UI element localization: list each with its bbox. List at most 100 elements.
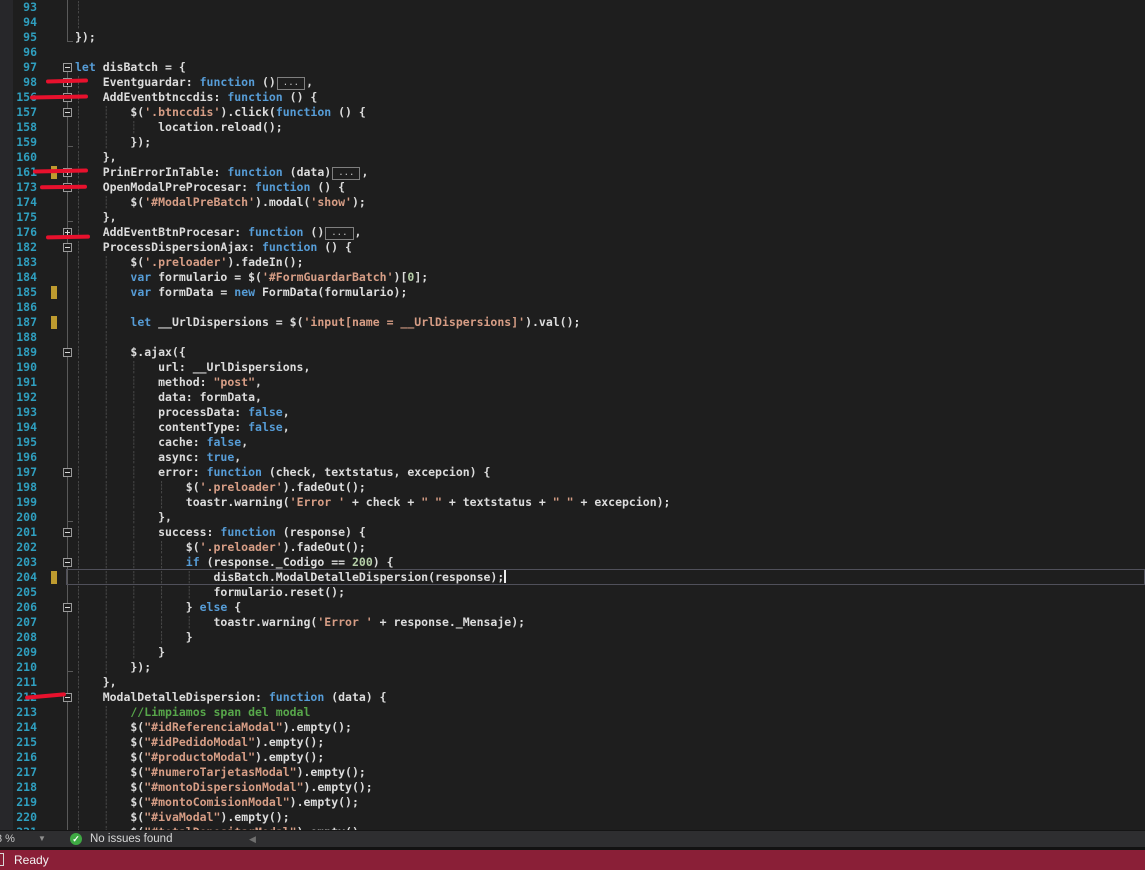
line-number[interactable]: 206 <box>0 600 37 615</box>
line-number[interactable]: 95 <box>0 30 37 45</box>
code-line[interactable]: 202┊ ┊ ┊ ┊ $('.preloader').fadeOut(); <box>0 540 1145 555</box>
line-number[interactable]: 94 <box>0 15 37 30</box>
code-line[interactable]: 215┊ ┊ $("#idPedidoModal").empty(); <box>0 735 1145 750</box>
line-number[interactable]: 218 <box>0 780 37 795</box>
code-line[interactable]: 188┊ ┊ <box>0 330 1145 345</box>
code-line[interactable]: 176┊ AddEventBtnProcesar: function ()...… <box>0 225 1145 240</box>
line-number[interactable]: 214 <box>0 720 37 735</box>
code-line[interactable]: 183┊ ┊ $('.preloader').fadeIn(); <box>0 255 1145 270</box>
line-number[interactable]: 220 <box>0 810 37 825</box>
line-number[interactable]: 203 <box>0 555 37 570</box>
code-line[interactable]: 207┊ ┊ ┊ ┊ ┊ toastr.warning('Error ' + r… <box>0 615 1145 630</box>
line-number[interactable]: 182 <box>0 240 37 255</box>
line-number[interactable]: 196 <box>0 450 37 465</box>
code-line[interactable]: 200┊ ┊ ┊ }, <box>0 510 1145 525</box>
code-line[interactable]: 173┊ OpenModalPreProcesar: function () { <box>0 180 1145 195</box>
line-number[interactable]: 185 <box>0 285 37 300</box>
line-number[interactable]: 205 <box>0 585 37 600</box>
code-line[interactable]: 191┊ ┊ ┊ method: "post", <box>0 375 1145 390</box>
line-number[interactable]: 208 <box>0 630 37 645</box>
line-number[interactable]: 213 <box>0 705 37 720</box>
collapsed-code-ellipsis[interactable]: ... <box>325 227 353 240</box>
line-number[interactable]: 193 <box>0 405 37 420</box>
code-line[interactable]: 189┊ ┊ $.ajax({ <box>0 345 1145 360</box>
line-number[interactable]: 217 <box>0 765 37 780</box>
code-line[interactable]: 96 <box>0 45 1145 60</box>
line-number[interactable]: 93 <box>0 0 37 15</box>
code-line[interactable]: 186┊ ┊ <box>0 300 1145 315</box>
line-number[interactable]: 201 <box>0 525 37 540</box>
fold-collapse-icon[interactable] <box>63 348 72 357</box>
line-number[interactable]: 158 <box>0 120 37 135</box>
code-line[interactable]: 95}); <box>0 30 1145 45</box>
code-line[interactable]: 175┊ }, <box>0 210 1145 225</box>
collapsed-code-ellipsis[interactable]: ... <box>277 77 305 90</box>
line-number[interactable]: 215 <box>0 735 37 750</box>
line-number[interactable]: 219 <box>0 795 37 810</box>
zoom-level-control[interactable]: 3 % <box>0 833 15 845</box>
code-line[interactable]: 205┊ ┊ ┊ ┊ ┊ formulario.reset(); <box>0 585 1145 600</box>
line-number[interactable]: 197 <box>0 465 37 480</box>
code-line[interactable]: 218┊ ┊ $("#montoDispersionModal").empty(… <box>0 780 1145 795</box>
line-number[interactable]: 174 <box>0 195 37 210</box>
fold-collapse-icon[interactable] <box>63 108 72 117</box>
line-number[interactable]: 97 <box>0 60 37 75</box>
line-number[interactable]: 184 <box>0 270 37 285</box>
fold-collapse-icon[interactable] <box>63 528 72 537</box>
line-number[interactable]: 216 <box>0 750 37 765</box>
code-line[interactable]: 94┊ <box>0 15 1145 30</box>
chevron-down-icon[interactable]: ▼ <box>38 834 46 843</box>
code-line[interactable]: 192┊ ┊ ┊ data: formData, <box>0 390 1145 405</box>
code-line[interactable]: 216┊ ┊ $("#productoModal").empty(); <box>0 750 1145 765</box>
issues-check-icon[interactable]: ✓ <box>70 833 82 845</box>
line-number[interactable]: 188 <box>0 330 37 345</box>
line-number[interactable]: 187 <box>0 315 37 330</box>
line-number[interactable]: 96 <box>0 45 37 60</box>
fold-collapse-icon[interactable] <box>63 603 72 612</box>
line-number[interactable]: 98 <box>0 75 37 90</box>
line-number[interactable]: 210 <box>0 660 37 675</box>
code-line[interactable]: 182┊ ProcessDispersionAjax: function () … <box>0 240 1145 255</box>
code-line[interactable]: 187┊ ┊ let __UrlDispersions = $('input[n… <box>0 315 1145 330</box>
code-line[interactable]: 197┊ ┊ ┊ error: function (check, textsta… <box>0 465 1145 480</box>
code-line[interactable]: 219┊ ┊ $("#montoComisionModal").empty(); <box>0 795 1145 810</box>
line-number[interactable]: 186 <box>0 300 37 315</box>
code-line[interactable]: 211┊ }, <box>0 675 1145 690</box>
line-number[interactable]: 211 <box>0 675 37 690</box>
code-line[interactable]: 97let disBatch = { <box>0 60 1145 75</box>
line-number[interactable]: 192 <box>0 390 37 405</box>
code-line[interactable]: 159┊ ┊ }); <box>0 135 1145 150</box>
line-number[interactable]: 189 <box>0 345 37 360</box>
code-line[interactable]: 198┊ ┊ ┊ ┊ $('.preloader').fadeOut(); <box>0 480 1145 495</box>
line-number[interactable]: 173 <box>0 180 37 195</box>
code-line[interactable]: 160┊ }, <box>0 150 1145 165</box>
line-number[interactable]: 190 <box>0 360 37 375</box>
fold-collapse-icon[interactable] <box>63 468 72 477</box>
code-line[interactable]: 194┊ ┊ ┊ contentType: false, <box>0 420 1145 435</box>
line-number[interactable]: 199 <box>0 495 37 510</box>
fold-collapse-icon[interactable] <box>63 243 72 252</box>
fold-collapse-icon[interactable] <box>63 63 72 72</box>
line-number[interactable]: 159 <box>0 135 37 150</box>
code-line[interactable]: 220┊ ┊ $("#ivaModal").empty(); <box>0 810 1145 825</box>
line-number[interactable]: 200 <box>0 510 37 525</box>
scroll-left-icon[interactable]: ◀ <box>249 834 256 845</box>
line-number[interactable]: 209 <box>0 645 37 660</box>
code-line[interactable]: 158┊ ┊ ┊ location.reload(); <box>0 120 1145 135</box>
code-line[interactable]: 201┊ ┊ ┊ success: function (response) { <box>0 525 1145 540</box>
code-line[interactable]: 185┊ ┊ var formData = new FormData(formu… <box>0 285 1145 300</box>
code-line[interactable]: 209┊ ┊ ┊ } <box>0 645 1145 660</box>
code-line[interactable]: 199┊ ┊ ┊ ┊ toastr.warning('Error ' + che… <box>0 495 1145 510</box>
code-line[interactable]: 203┊ ┊ ┊ ┊ if (response._Codigo == 200) … <box>0 555 1145 570</box>
code-line[interactable]: 196┊ ┊ ┊ async: true, <box>0 450 1145 465</box>
line-number[interactable]: 176 <box>0 225 37 240</box>
line-number[interactable]: 194 <box>0 420 37 435</box>
code-line[interactable]: 195┊ ┊ ┊ cache: false, <box>0 435 1145 450</box>
line-number[interactable]: 202 <box>0 540 37 555</box>
code-line[interactable]: 208┊ ┊ ┊ ┊ } <box>0 630 1145 645</box>
issues-status-label[interactable]: No issues found <box>90 833 172 845</box>
code-line[interactable]: 98┊ Eventguardar: function ()..., <box>0 75 1145 90</box>
line-number[interactable]: 160 <box>0 150 37 165</box>
code-line[interactable]: 184┊ ┊ var formulario = $('#FormGuardarB… <box>0 270 1145 285</box>
line-number[interactable]: 204 <box>0 570 37 585</box>
